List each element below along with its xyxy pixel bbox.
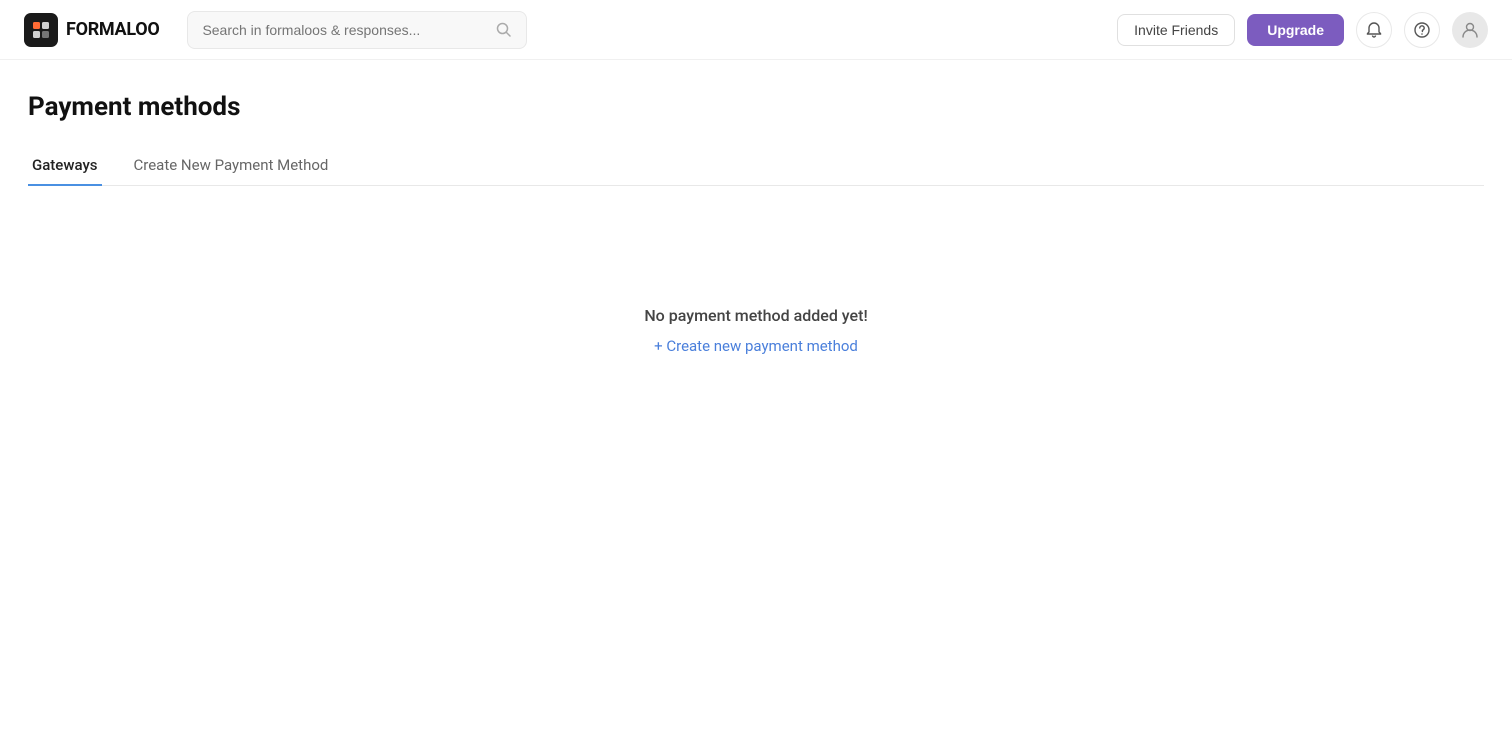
header-right: Invite Friends Upgrade bbox=[1117, 12, 1488, 48]
create-payment-link[interactable]: + Create new payment method bbox=[654, 337, 858, 355]
empty-state-message: No payment method added yet! bbox=[644, 306, 867, 325]
notifications-button[interactable] bbox=[1356, 12, 1392, 48]
help-button[interactable] bbox=[1404, 12, 1440, 48]
tab-gateways[interactable]: Gateways bbox=[28, 146, 102, 186]
page-title: Payment methods bbox=[28, 92, 1484, 122]
empty-state: No payment method added yet! + Create ne… bbox=[28, 306, 1484, 355]
search-icon bbox=[496, 22, 512, 38]
invite-friends-button[interactable]: Invite Friends bbox=[1117, 14, 1235, 46]
header: FORMALOO Invite Friends Upgrade bbox=[0, 0, 1512, 60]
avatar[interactable] bbox=[1452, 12, 1488, 48]
main-content: Payment methods Gateways Create New Paym… bbox=[0, 60, 1512, 355]
tabs: Gateways Create New Payment Method bbox=[28, 146, 1484, 186]
upgrade-button[interactable]: Upgrade bbox=[1247, 14, 1344, 46]
logo-text: FORMALOO bbox=[66, 19, 159, 40]
search-bar[interactable] bbox=[187, 11, 527, 49]
logo-icon bbox=[24, 13, 58, 47]
tab-create-payment-method[interactable]: Create New Payment Method bbox=[130, 146, 333, 186]
search-input[interactable] bbox=[202, 22, 486, 38]
logo: FORMALOO bbox=[24, 13, 159, 47]
